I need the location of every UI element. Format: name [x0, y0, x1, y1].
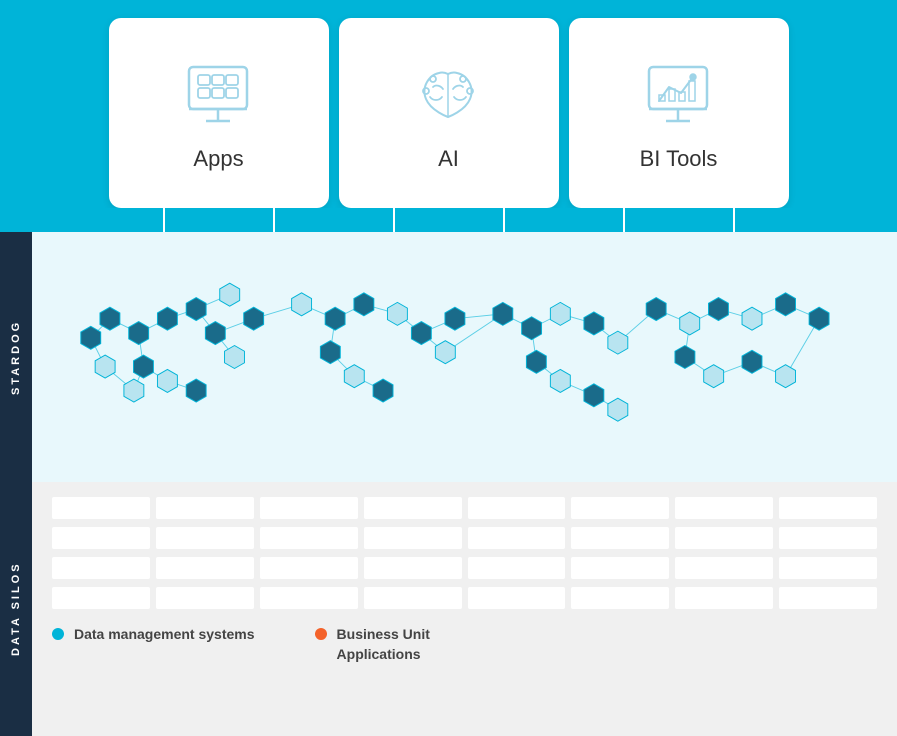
silo-cell: [364, 557, 462, 579]
ai-card: AI: [339, 18, 559, 208]
apps-connectors: [109, 208, 329, 232]
silo-cell: [779, 527, 877, 549]
apps-label: Apps: [193, 146, 243, 172]
ai-label: AI: [438, 146, 459, 172]
v-line-4: [503, 208, 505, 232]
silo-cell: [675, 527, 773, 549]
ai-connectors: [339, 208, 559, 232]
stardog-section: STARDOG: [0, 232, 897, 482]
connector-lines: [0, 208, 897, 232]
silo-cell: [364, 497, 462, 519]
data-silos-label: DATA SILOS: [0, 482, 32, 736]
silo-cell: [156, 497, 254, 519]
silo-cell: [156, 527, 254, 549]
silo-cell: [571, 527, 669, 549]
silo-cell: [260, 527, 358, 549]
silo-cell: [52, 557, 150, 579]
stardog-content: [32, 232, 897, 482]
silo-cell: [571, 497, 669, 519]
top-section: Apps AI: [0, 0, 897, 208]
legend-dot-blue: [52, 628, 64, 640]
silo-cell: [675, 497, 773, 519]
silo-cell: [571, 557, 669, 579]
v-line-2: [273, 208, 275, 232]
stardog-label: STARDOG: [0, 232, 32, 482]
apps-card: Apps: [109, 18, 329, 208]
legend-dot-orange: [315, 628, 327, 640]
silo-cell: [675, 587, 773, 609]
silo-row-1: [52, 497, 877, 519]
legend-text-bua: Business UnitApplications: [337, 625, 430, 664]
bi-tools-card: BI Tools: [569, 18, 789, 208]
v-line-1: [163, 208, 165, 232]
silo-row-4: [52, 587, 877, 609]
silo-row-3: [52, 557, 877, 579]
silo-cell: [260, 557, 358, 579]
v-line-5: [623, 208, 625, 232]
ai-icon: [409, 54, 489, 134]
silo-cell: [156, 587, 254, 609]
silo-row-2: [52, 527, 877, 549]
silo-cell: [779, 497, 877, 519]
silo-cell: [779, 557, 877, 579]
silo-cell: [675, 557, 773, 579]
apps-icon: [179, 54, 259, 134]
silo-cell: [571, 587, 669, 609]
main-area: STARDOG: [0, 232, 897, 736]
legend: Data management systems Business UnitApp…: [52, 625, 877, 664]
bi-connectors: [569, 208, 789, 232]
network-graph: [47, 242, 882, 472]
silo-cell: [52, 527, 150, 549]
v-line-3: [393, 208, 395, 232]
silo-cell: [364, 587, 462, 609]
bi-tools-label: BI Tools: [640, 146, 718, 172]
silo-cell: [779, 587, 877, 609]
legend-item-dms: Data management systems: [52, 625, 255, 645]
bi-tools-icon: [639, 54, 719, 134]
silo-cell: [156, 557, 254, 579]
silo-cell: [468, 557, 566, 579]
silo-cell: [468, 497, 566, 519]
silo-cell: [468, 527, 566, 549]
legend-text-dms: Data management systems: [74, 625, 255, 645]
v-line-6: [733, 208, 735, 232]
silo-cell: [52, 587, 150, 609]
silo-cell: [52, 497, 150, 519]
legend-item-bua: Business UnitApplications: [315, 625, 430, 664]
silo-cell: [364, 527, 462, 549]
silo-cell: [260, 587, 358, 609]
silo-cell: [468, 587, 566, 609]
silo-cell: [260, 497, 358, 519]
data-silos-content: Data management systems Business UnitApp…: [32, 482, 897, 736]
data-silos-section: DATA SILOS: [0, 482, 897, 736]
